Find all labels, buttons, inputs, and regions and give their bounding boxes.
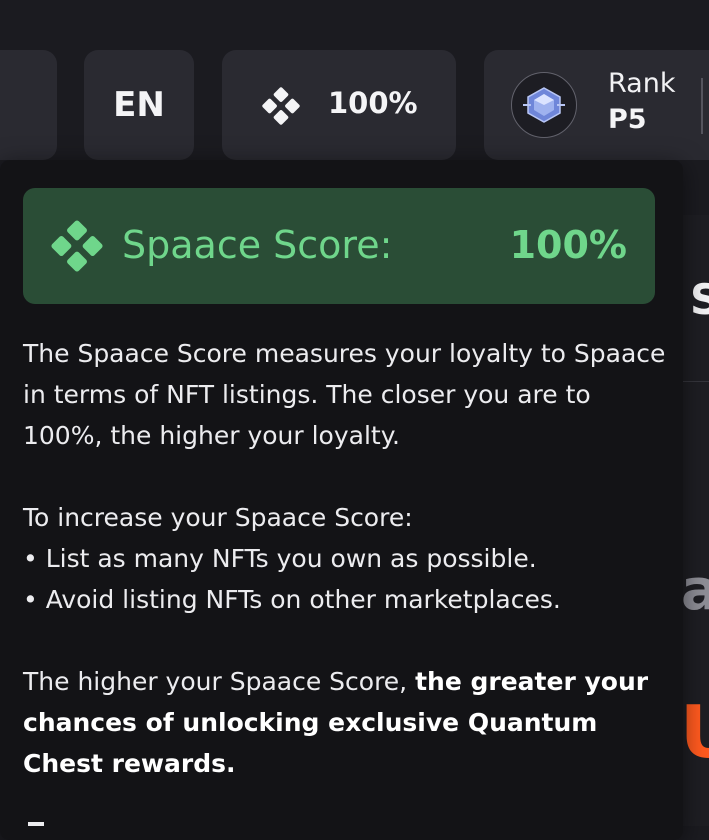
score-title: Spaace Score:: [122, 223, 393, 267]
outro-text: The higher your Spaace Score, the greate…: [23, 661, 673, 784]
rank-label: Rank: [608, 68, 676, 99]
score-percentage: 100%: [509, 223, 627, 267]
score-banner: Spaace Score: 100%: [23, 188, 655, 304]
topbar-button-partial[interactable]: [0, 50, 57, 160]
divider: [701, 78, 703, 134]
popover-body: The Spaace Score measures your loyalty t…: [23, 333, 673, 784]
spaace-score-button[interactable]: 100%: [222, 50, 456, 160]
language-selector[interactable]: EN: [84, 50, 194, 160]
gem-badge-icon: [523, 87, 565, 123]
rank-badge: [511, 72, 577, 138]
divider: [683, 381, 709, 382]
background-text-fragment: S: [690, 275, 709, 324]
diamond-cluster-icon: [262, 87, 300, 125]
rank-value: P5: [608, 104, 647, 135]
score-value: 100%: [328, 86, 418, 120]
spaace-score-popover: Spaace Score: 100% The Spaace Score meas…: [0, 160, 683, 840]
background-text-fragment: U: [680, 690, 709, 774]
diamond-cluster-icon: [51, 220, 103, 272]
intro-text: The Spaace Score measures your loyalty t…: [23, 339, 666, 450]
outro-prefix: The higher your Spaace Score,: [23, 667, 416, 696]
tips-heading: To increase your Spaace Score:: [23, 503, 413, 532]
tip-item: • Avoid listing NFTs on other marketplac…: [23, 585, 561, 614]
rank-button[interactable]: Rank P5: [484, 50, 709, 160]
tip-item: • List as many NFTs you own as possible.: [23, 544, 537, 573]
language-label: EN: [113, 85, 165, 125]
background-text-fragment: a: [681, 558, 709, 623]
cut-off-text-fragment: [28, 822, 44, 826]
